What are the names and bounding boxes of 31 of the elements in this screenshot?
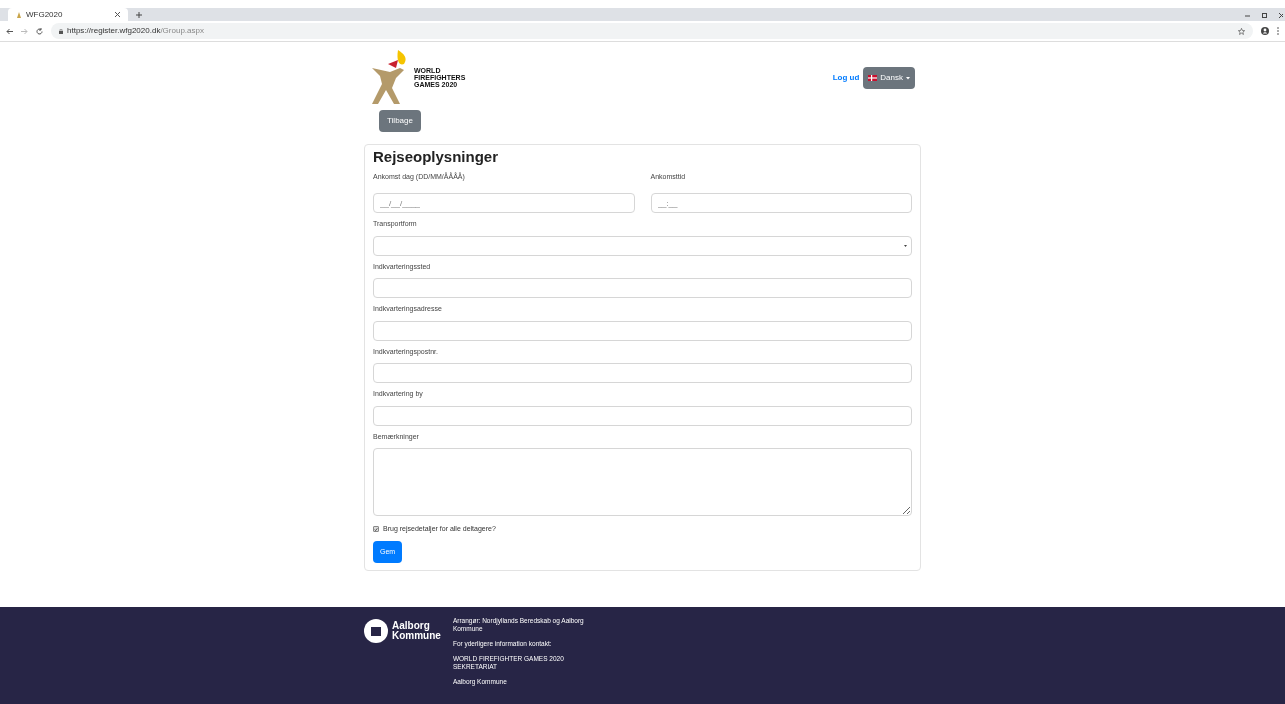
checkbox[interactable]: [373, 526, 379, 533]
input-field[interactable]: [373, 278, 912, 298]
close-window-icon[interactable]: [1279, 13, 1283, 18]
url-text: https://register.wfg2020.dk/Group.aspx: [67, 25, 204, 37]
caret-icon: [904, 244, 907, 247]
forward-arrow-icon[interactable]: [21, 27, 28, 35]
select-field[interactable]: [373, 235, 912, 256]
logout-link[interactable]: Log ud: [832, 72, 860, 84]
back-arrow-icon[interactable]: [6, 27, 13, 35]
star-icon[interactable]: [1238, 27, 1245, 35]
tab-title: WFG2020: [26, 10, 63, 19]
caret-icon: [906, 76, 910, 80]
browser-tab[interactable]: WFG2020: [8, 8, 128, 21]
input-field[interactable]: __/__/____: [373, 193, 635, 213]
lock-icon: [59, 28, 63, 34]
municipality-logo: Aalborg Kommune: [364, 617, 441, 645]
language-dropdown[interactable]: Dansk: [863, 67, 915, 89]
address-bar[interactable]: https://register.wfg2020.dk/Group.aspx: [51, 23, 1253, 39]
input-field[interactable]: [373, 363, 912, 383]
restore-icon[interactable]: [1262, 13, 1267, 18]
flag-icon: [868, 75, 878, 81]
input-field[interactable]: [373, 405, 912, 426]
close-icon[interactable]: [115, 12, 120, 17]
back-button[interactable]: Tilbage: [379, 110, 421, 132]
input-field[interactable]: [373, 320, 912, 341]
new-tab-icon[interactable]: [136, 12, 142, 18]
reload-icon[interactable]: [36, 27, 43, 35]
form-title: Rejseoplysninger: [373, 148, 500, 166]
profile-icon[interactable]: [1261, 27, 1269, 35]
flame-icon: [16, 11, 22, 18]
input-field[interactable]: __:__: [650, 193, 912, 213]
